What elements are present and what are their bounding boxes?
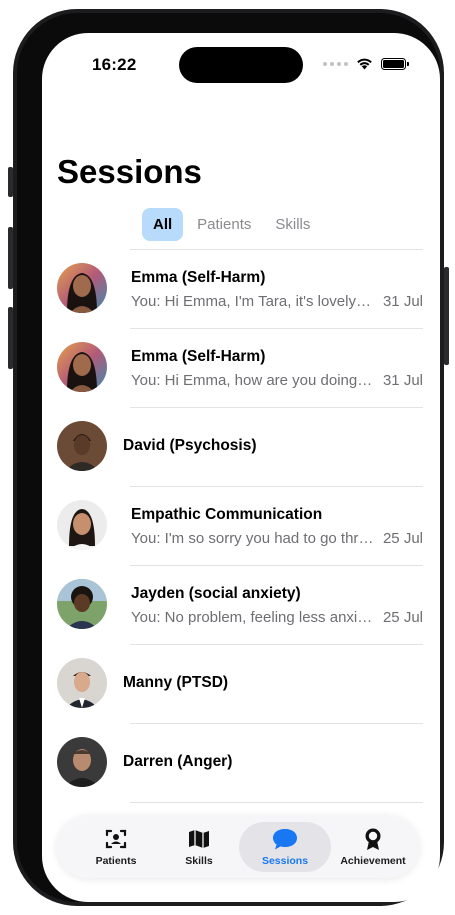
session-name: Empathic Communication (131, 506, 323, 523)
filter-all[interactable]: All (142, 208, 184, 241)
wifi-icon (357, 58, 372, 70)
session-row[interactable]: Manny (PTSD) (42, 644, 440, 723)
session-list: Emma (Self-Harm) You: Hi Emma, I'm Tara,… (42, 249, 440, 881)
avatar (57, 579, 107, 629)
status-bar: 16:22 (42, 33, 440, 87)
divider (130, 644, 423, 645)
tab-skills[interactable]: Skills (156, 822, 242, 872)
tab-label: Achievement (340, 855, 406, 867)
session-preview: You: Hi Emma, I'm Tara, it's lovely to m… (131, 293, 375, 310)
avatar (57, 500, 107, 550)
status-icons (323, 57, 409, 70)
divider (130, 802, 423, 803)
dynamic-island (179, 47, 303, 83)
filter-skills[interactable]: Skills (265, 208, 320, 241)
session-name: Emma (Self-Harm) (131, 348, 266, 365)
session-name: Jayden (social anxiety) (131, 585, 301, 602)
session-name: Darren (Anger) (123, 753, 233, 770)
filter-patients[interactable]: Patients (187, 208, 261, 241)
tab-label: Patients (95, 855, 137, 867)
screen: 16:22 Sessions All Patients Skills Emma … (42, 33, 440, 902)
avatar (57, 263, 107, 313)
divider (130, 486, 423, 487)
signal-dots-icon (323, 61, 348, 66)
divider (130, 249, 423, 250)
session-preview: You: No problem, feeling less anxious no… (131, 609, 375, 626)
divider (130, 328, 423, 329)
battery-icon (381, 57, 409, 70)
status-time: 16:22 (92, 55, 137, 74)
session-row[interactable]: Empathic Communication You: I'm so sorry… (42, 486, 440, 565)
session-preview: You: Hi Emma, how are you doing today? (131, 372, 375, 389)
tab-patients[interactable]: Patients (73, 822, 159, 872)
divider (130, 723, 423, 724)
patients-icon (105, 829, 127, 849)
volume-up-button (8, 227, 13, 289)
power-button (444, 267, 449, 365)
session-row[interactable]: Emma (Self-Harm) You: Hi Emma, how are y… (42, 328, 440, 407)
tab-sessions[interactable]: Sessions (239, 822, 331, 872)
phone-frame: 16:22 Sessions All Patients Skills Emma … (8, 9, 449, 906)
divider (130, 407, 423, 408)
session-row[interactable]: Emma (Self-Harm) You: Hi Emma, I'm Tara,… (42, 249, 440, 328)
tab-label: Sessions (261, 855, 309, 867)
session-name: Emma (Self-Harm) (131, 269, 266, 286)
session-date: 31 Jul (382, 293, 423, 310)
award-ribbon-icon (365, 828, 381, 850)
chat-bubble-icon (273, 829, 297, 850)
tab-achievement[interactable]: Achievement (331, 822, 415, 872)
avatar (57, 658, 107, 708)
filter-segment: All Patients Skills (142, 208, 320, 241)
session-row[interactable]: Darren (Anger) (42, 723, 440, 802)
avatar (57, 342, 107, 392)
page-title: Sessions (57, 153, 202, 190)
session-row[interactable]: David (Psychosis) (42, 407, 440, 486)
tab-label: Skills (185, 855, 213, 867)
tab-bar: Patients Skills Sessions Achievement (57, 816, 419, 878)
session-date: 31 Jul (382, 372, 423, 389)
divider (130, 565, 423, 566)
session-preview: You: I'm so sorry you had to go through … (131, 530, 375, 547)
avatar (57, 737, 107, 787)
avatar (57, 421, 107, 471)
session-date: 25 Jul (382, 530, 423, 547)
action-button (8, 167, 13, 197)
session-name: David (Psychosis) (123, 437, 257, 454)
volume-down-button (8, 307, 13, 369)
session-date: 25 Jul (382, 609, 423, 626)
session-name: Manny (PTSD) (123, 674, 229, 691)
session-row[interactable]: Jayden (social anxiety) You: No problem,… (42, 565, 440, 644)
map-icon (189, 830, 209, 848)
